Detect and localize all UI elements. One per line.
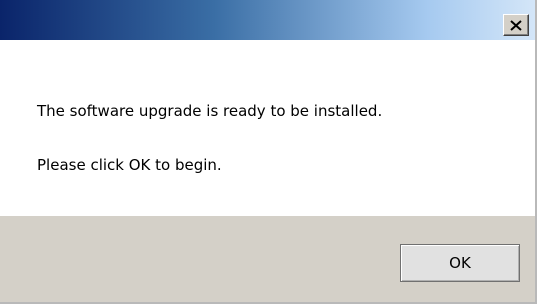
ok-button[interactable]: OK	[400, 244, 520, 282]
message-line-2: Please click OK to begin.	[37, 156, 222, 174]
button-bar: OK	[0, 216, 535, 302]
dialog-window: The software upgrade is ready to be inst…	[0, 0, 537, 304]
message-line-1: The software upgrade is ready to be inst…	[37, 102, 383, 120]
close-button[interactable]	[503, 14, 529, 36]
title-bar[interactable]	[0, 0, 535, 40]
close-icon	[510, 19, 522, 31]
message-area: The software upgrade is ready to be inst…	[0, 40, 535, 216]
